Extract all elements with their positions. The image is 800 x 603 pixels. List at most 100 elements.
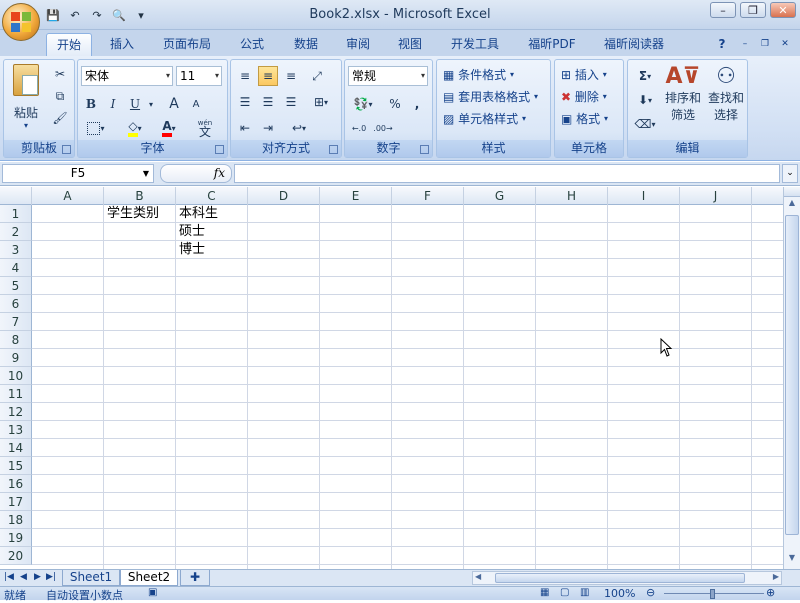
worksheet-grid[interactable]: ABCDEFGHIJ ▲ ▼ 1 2 3 4 5 6 7 8 9 10 11 12 13 14 15 16 17… <box>0 187 800 569</box>
expand-formula-bar-icon[interactable]: ⌄ <box>782 164 798 183</box>
ribbon-restore-icon[interactable]: ❐ <box>758 33 772 56</box>
scroll-left-icon[interactable]: ◀ <box>475 572 481 581</box>
font-size-select[interactable]: 11 ▾ <box>176 66 222 86</box>
increase-indent-icon[interactable]: ⇥ <box>258 118 278 138</box>
column-header-i[interactable]: I <box>608 187 680 205</box>
font-color-icon[interactable]: A ▾ <box>154 118 184 138</box>
font-launcher-icon[interactable] <box>215 145 224 154</box>
column-header-f[interactable]: F <box>392 187 464 205</box>
row-header-12[interactable]: 12 <box>0 403 32 421</box>
column-header-b[interactable]: B <box>104 187 176 205</box>
wrap-text-icon[interactable]: ↩ ▾ <box>285 118 313 138</box>
cell-styles-button[interactable]: ▨ 单元格样式 ▾ <box>443 110 526 127</box>
conditional-format-button[interactable]: ▦ 条件格式 ▾ <box>443 66 514 83</box>
sort-filter-button[interactable]: A⊽ 排序和 筛选 <box>662 64 704 136</box>
column-header-d[interactable]: D <box>248 187 320 205</box>
borders-icon[interactable]: ▾ <box>81 118 111 138</box>
column-header-j[interactable]: J <box>680 187 752 205</box>
orientation-icon[interactable]: ⤢ <box>307 66 327 86</box>
first-sheet-icon[interactable]: |◀ <box>4 572 14 582</box>
tab-data[interactable]: 数据 <box>284 33 328 56</box>
sheet-tab-sheet2[interactable]: Sheet2 <box>120 570 178 586</box>
italic-button[interactable]: I <box>103 94 123 114</box>
vertical-scrollbar[interactable]: ▲ ▼ <box>783 187 800 569</box>
phonetic-guide-icon[interactable]: wén 文 <box>188 118 222 138</box>
decrease-indent-icon[interactable]: ⇤ <box>235 118 255 138</box>
number-launcher-icon[interactable] <box>420 145 429 154</box>
decrease-decimal-icon[interactable]: .00→ <box>373 118 393 138</box>
row-header-9[interactable]: 9 <box>0 349 32 367</box>
row-header-6[interactable]: 6 <box>0 295 32 313</box>
row-header-3[interactable]: 3 <box>0 241 32 259</box>
cell-c3[interactable]: 博士 <box>176 241 205 259</box>
horizontal-scroll-thumb[interactable] <box>495 573 745 583</box>
tab-review[interactable]: 审阅 <box>336 33 380 56</box>
column-header-c[interactable]: C <box>176 187 248 205</box>
tab-insert[interactable]: 插入 <box>100 33 144 56</box>
percent-button[interactable]: % <box>385 94 405 114</box>
scroll-down-icon[interactable]: ▼ <box>785 553 799 567</box>
underline-button[interactable]: U <box>125 94 145 114</box>
cell-c2[interactable]: 硕士 <box>176 223 205 241</box>
row-header-17[interactable]: 17 <box>0 493 32 511</box>
format-as-table-button[interactable]: ▤ 套用表格格式 ▾ <box>443 88 538 105</box>
merge-center-icon[interactable]: ⊞ ▾ <box>307 92 335 112</box>
row-header-13[interactable]: 13 <box>0 421 32 439</box>
align-bottom-icon[interactable]: ≡ <box>281 66 301 86</box>
sheet-tab-sheet1[interactable]: Sheet1 <box>62 570 120 586</box>
increase-decimal-icon[interactable]: ←.0 <box>349 118 369 138</box>
alignment-launcher-icon[interactable] <box>329 145 338 154</box>
macro-record-icon[interactable]: ▣ <box>148 587 157 598</box>
close-button[interactable]: ✕ <box>770 2 796 18</box>
align-left-icon[interactable]: ☰ <box>235 92 255 112</box>
column-header-e[interactable]: E <box>320 187 392 205</box>
column-header-h[interactable]: H <box>536 187 608 205</box>
zoom-out-icon[interactable]: ⊖ <box>646 586 655 599</box>
currency-icon[interactable]: 💱 ▾ <box>348 94 378 114</box>
page-layout-view-icon[interactable]: ▢ <box>560 587 569 598</box>
ribbon-minimize-icon[interactable]: – <box>738 33 752 56</box>
fill-color-icon[interactable]: ◇ ▾ <box>118 118 152 138</box>
tab-foxit-pdf[interactable]: 福昕PDF <box>520 33 584 56</box>
format-cells-button[interactable]: ▣ 格式 ▾ <box>561 110 608 127</box>
row-header-11[interactable]: 11 <box>0 385 32 403</box>
restore-button[interactable]: ❐ <box>740 2 766 18</box>
row-header-14[interactable]: 14 <box>0 439 32 457</box>
tab-developer[interactable]: 开发工具 <box>444 33 506 56</box>
zoom-slider-thumb[interactable] <box>710 589 715 599</box>
split-box[interactable] <box>784 187 800 197</box>
name-box-dropdown-icon[interactable]: ▼ <box>143 165 149 182</box>
column-header-a[interactable]: A <box>32 187 104 205</box>
scroll-right-icon[interactable]: ▶ <box>773 572 779 581</box>
bold-button[interactable]: B <box>81 94 101 114</box>
fill-icon[interactable]: ⬇ ▾ <box>632 90 658 110</box>
align-middle-icon[interactable]: ≡ <box>258 66 278 86</box>
row-header-8[interactable]: 8 <box>0 331 32 349</box>
cell-b1[interactable]: 学生类别 <box>104 205 159 223</box>
cut-icon[interactable]: ✂ <box>50 64 70 84</box>
row-header-7[interactable]: 7 <box>0 313 32 331</box>
insert-function-button[interactable]: fx <box>160 164 232 183</box>
prev-sheet-icon[interactable]: ◀ <box>20 572 27 582</box>
shrink-font-button[interactable]: A <box>186 94 206 114</box>
tab-view[interactable]: 视图 <box>388 33 432 56</box>
row-header-16[interactable]: 16 <box>0 475 32 493</box>
autosum-button[interactable]: Σ ▾ <box>632 66 658 86</box>
help-icon[interactable]: ? <box>712 33 732 56</box>
paste-button[interactable]: 粘贴 ▾ <box>8 64 44 136</box>
insert-cells-button[interactable]: ⊞ 插入 ▾ <box>561 66 607 83</box>
row-header-19[interactable]: 19 <box>0 529 32 547</box>
last-sheet-icon[interactable]: ▶| <box>46 572 56 582</box>
page-break-view-icon[interactable]: ▥ <box>580 587 589 598</box>
align-center-icon[interactable]: ☰ <box>258 92 278 112</box>
delete-cells-button[interactable]: ✖ 删除 ▾ <box>561 88 607 105</box>
insert-sheet-icon[interactable]: ✚ <box>180 570 210 586</box>
horizontal-scrollbar[interactable]: ◀ ▶ <box>472 571 782 585</box>
minimize-button[interactable]: – <box>710 2 736 18</box>
row-header-2[interactable]: 2 <box>0 223 32 241</box>
next-sheet-icon[interactable]: ▶ <box>34 572 41 582</box>
tab-home[interactable]: 开始 <box>46 33 92 56</box>
copy-icon[interactable]: ⧉ <box>50 86 70 106</box>
clipboard-launcher-icon[interactable] <box>62 145 71 154</box>
find-select-button[interactable]: ⚇ 查找和 选择 <box>706 64 746 136</box>
